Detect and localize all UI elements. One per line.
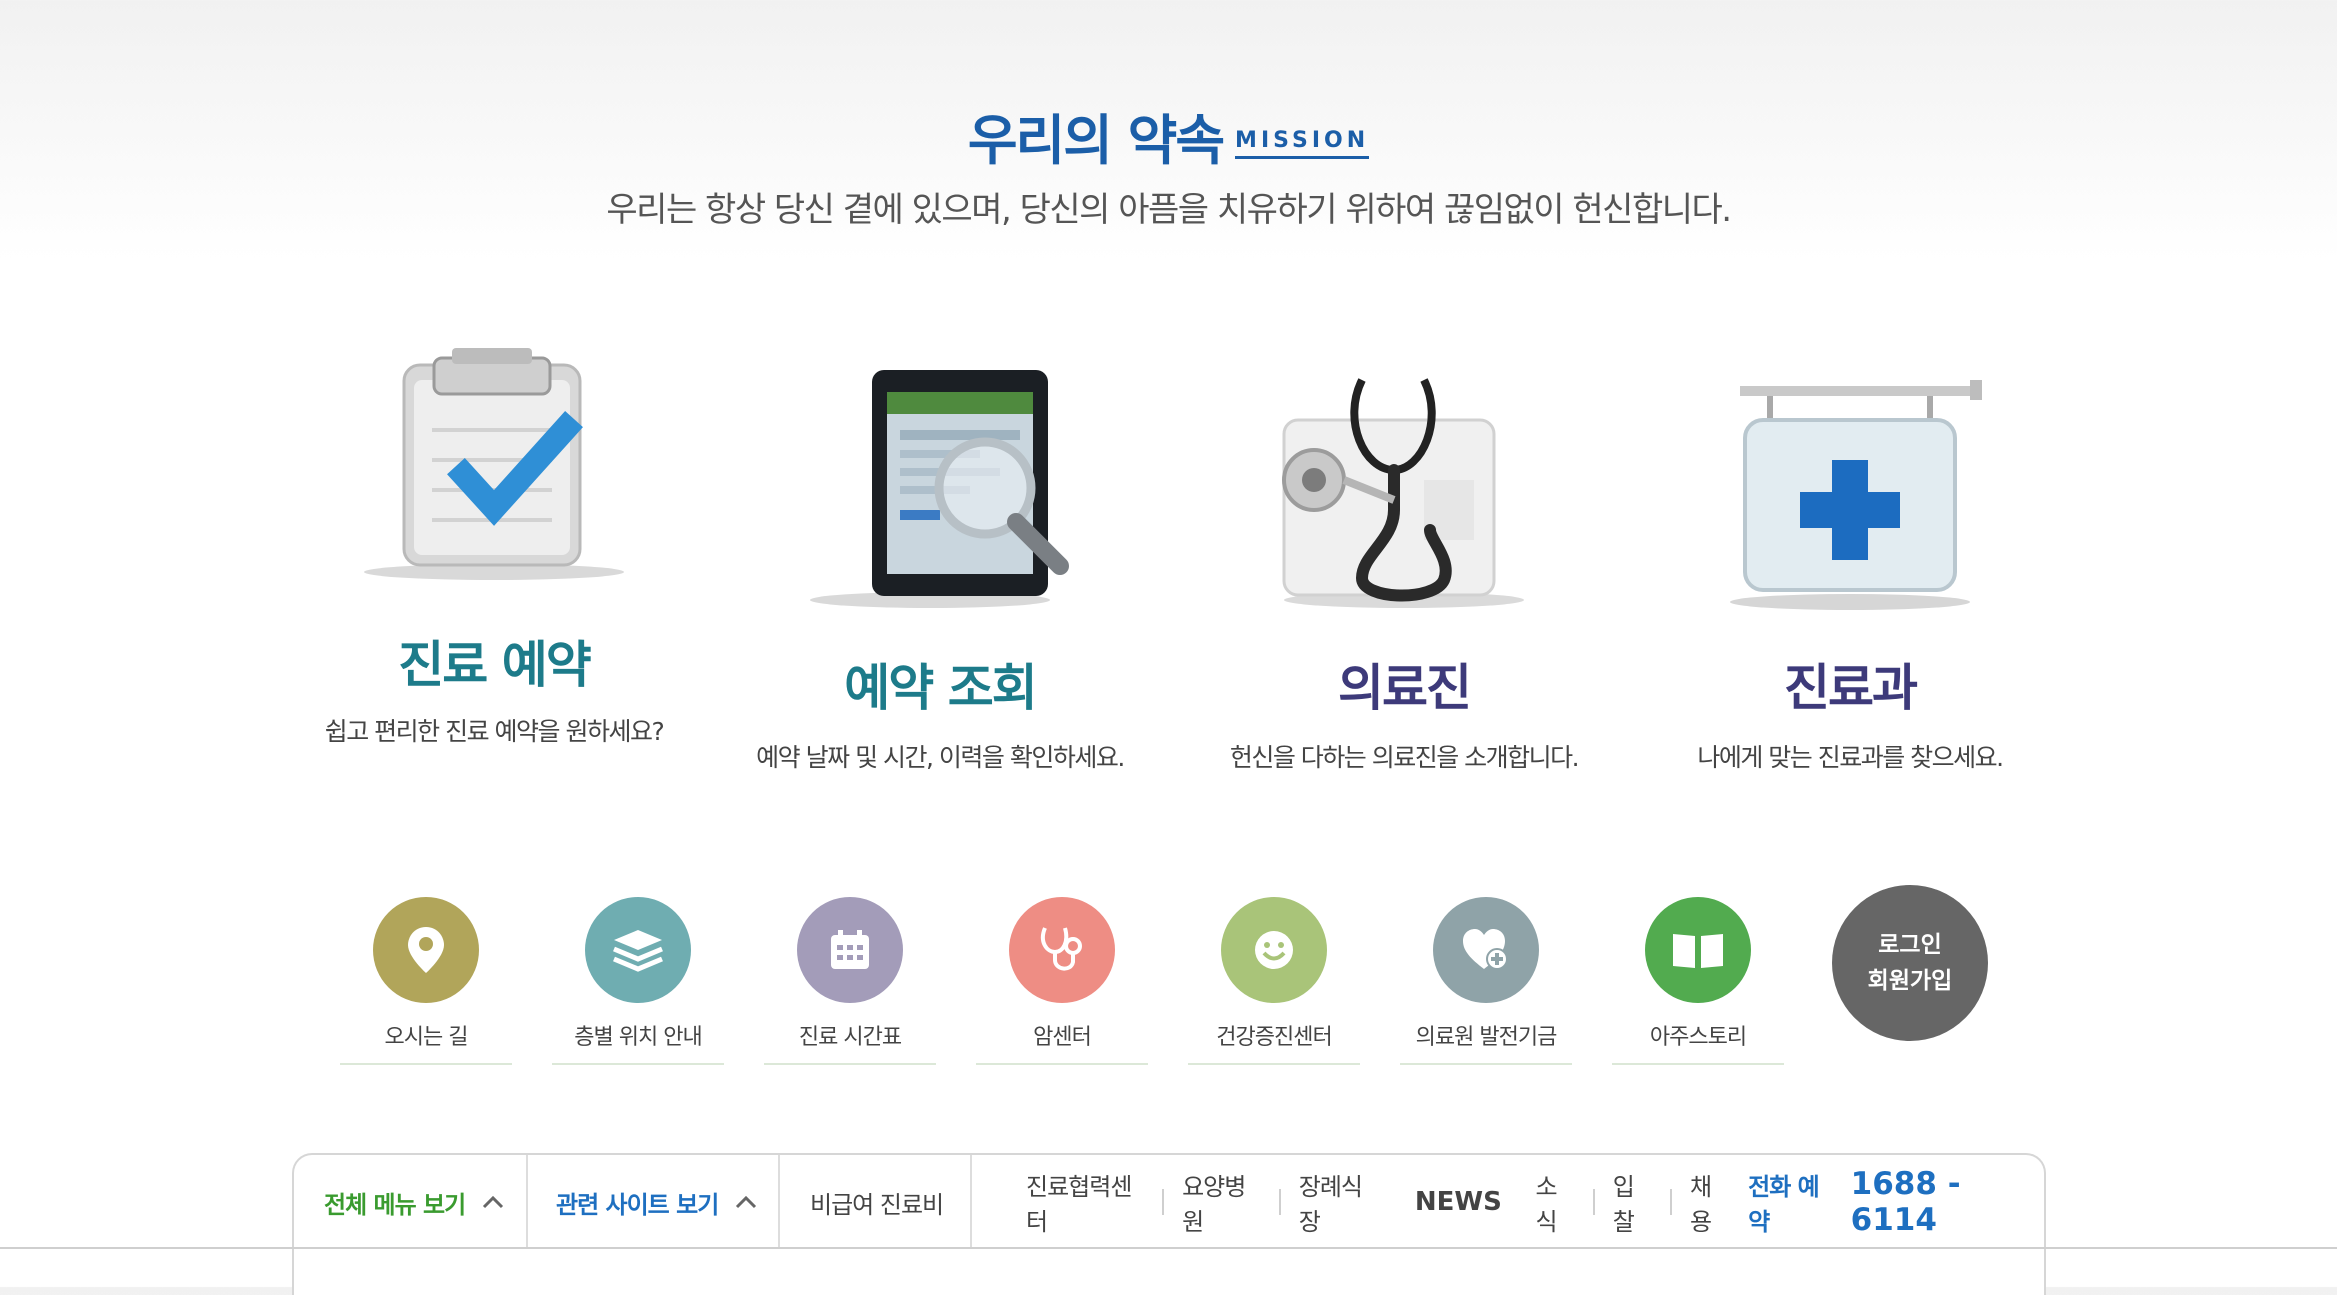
link-funeral-hall[interactable]: 장례식장 — [1299, 1167, 1378, 1237]
quick-link-label: 의료원 발전기금 — [1400, 1019, 1572, 1065]
quick-link-label: 오시는 길 — [340, 1019, 512, 1065]
stethoscope-doctor-icon — [1282, 378, 1524, 608]
non-covered-fee-link[interactable]: 비급여 진료비 — [810, 1155, 944, 1249]
chevron-up-icon — [736, 1195, 757, 1209]
quick-link-label: 건강증진센터 — [1188, 1019, 1360, 1065]
login-label: 로그인 — [1878, 932, 1942, 958]
feature-title: 예약 조회 — [844, 659, 1037, 717]
location-pin-icon — [373, 897, 479, 1003]
feature-reservation[interactable]: 진료 예약 쉽고 편리한 진료 예약을 원하세요? — [274, 340, 714, 790]
mission-title: 우리의 약속 MISSION — [0, 96, 2337, 175]
feature-departments[interactable]: 진료과 나에게 맞는 진료과를 찾으세요. — [1630, 340, 2070, 790]
footer-links: 진료협력센터 요양병원 장례식장 NEWS 소식 입찰 채용 전화 예약 168… — [1026, 1155, 2044, 1249]
book-icon — [1645, 897, 1751, 1003]
quick-link-label: 아주스토리 — [1612, 1019, 1784, 1065]
link-nursing-hospital[interactable]: 요양병원 — [1182, 1167, 1261, 1237]
all-menu-label: 전체 메뉴 보기 — [324, 1190, 466, 1219]
stethoscope-icon — [1009, 897, 1115, 1003]
link-bid[interactable]: 입찰 — [1613, 1167, 1652, 1237]
feature-title: 진료과 — [1784, 659, 1918, 717]
separator — [1670, 1189, 1673, 1215]
calendar-icon — [797, 897, 903, 1003]
link-referral-center[interactable]: 진료협력센터 — [1026, 1167, 1144, 1237]
quick-link-label: 진료 시간표 — [764, 1019, 936, 1065]
signup-label: 회원가입 — [1867, 968, 1953, 994]
mission-description: 우리는 항상 당신 곁에 있으며, 당신의 아픔을 치유하기 위하여 끊임없이 … — [606, 190, 1732, 230]
feature-desc: 나에게 맞는 진료과를 찾으세요. — [1697, 743, 2004, 772]
related-sites-label: 관련 사이트 보기 — [556, 1190, 719, 1219]
feature-desc: 헌신을 다하는 의료진을 소개합니다. — [1229, 743, 1580, 772]
divider — [526, 1155, 528, 1249]
phone-number[interactable]: 1688 - 6114 — [1851, 1166, 2044, 1238]
feature-reservation-lookup[interactable]: 예약 조회 예약 날짜 및 시간, 이력을 확인하세요. — [720, 340, 1160, 790]
quick-link-floor-guide[interactable]: 층별 위치 안내 — [552, 890, 724, 1065]
bottom-nav-bar: 전체 메뉴 보기 관련 사이트 보기 비급여 진료비 진료협력센터 요양병원 장… — [292, 1153, 2046, 1295]
all-menu-button[interactable]: 전체 메뉴 보기 — [324, 1155, 505, 1249]
feature-section: 진료 예약 쉽고 편리한 진료 예약을 원하세요? 예약 조회 예약 날짜 및 … — [0, 340, 2337, 790]
separator — [1278, 1189, 1281, 1215]
quick-link-label: 암센터 — [976, 1019, 1148, 1065]
feature-title: 의료진 — [1338, 659, 1472, 717]
hospital-sign-icon — [1730, 380, 1982, 610]
quick-link-aju-story[interactable]: 아주스토리 — [1612, 890, 1784, 1065]
separator — [1592, 1189, 1595, 1215]
link-news[interactable]: 소식 — [1535, 1167, 1574, 1237]
quick-link-schedule[interactable]: 진료 시간표 — [764, 890, 936, 1065]
tablet-search-icon — [810, 370, 1069, 608]
related-sites-button[interactable]: 관련 사이트 보기 — [556, 1155, 758, 1249]
feature-title: 진료 예약 — [398, 636, 591, 694]
clipboard-check-icon — [364, 348, 624, 580]
feature-medical-staff[interactable]: 의료진 헌신을 다하는 의료진을 소개합니다. — [1184, 340, 1624, 790]
quick-link-directions[interactable]: 오시는 길 — [340, 890, 512, 1065]
separator — [1162, 1189, 1165, 1215]
news-label[interactable]: NEWS — [1415, 1187, 1502, 1217]
phone-reservation-label: 전화 예약 — [1748, 1173, 1820, 1236]
login-signup-button[interactable]: 로그인 회원가입 — [1832, 885, 1988, 1041]
divider — [778, 1155, 780, 1249]
quick-link-health-center[interactable]: 건강증진센터 — [1188, 890, 1360, 1065]
smile-icon — [1221, 897, 1327, 1003]
bottom-divider — [0, 1247, 2337, 1249]
layers-icon — [585, 897, 691, 1003]
divider — [970, 1155, 972, 1249]
quick-link-label: 층별 위치 안내 — [552, 1019, 724, 1065]
link-recruit[interactable]: 채용 — [1690, 1167, 1729, 1237]
quick-link-development-fund[interactable]: 의료원 발전기금 — [1400, 890, 1572, 1065]
mission-subtitle-en: MISSION — [1235, 127, 1370, 159]
heart-plus-icon — [1433, 897, 1539, 1003]
feature-desc: 쉽고 편리한 진료 예약을 원하세요? — [324, 717, 665, 746]
quick-link-cancer-center[interactable]: 암센터 — [976, 890, 1148, 1065]
mission-title-text: 우리의 약속 — [967, 109, 1225, 172]
feature-desc: 예약 날짜 및 시간, 이력을 확인하세요. — [756, 743, 1125, 772]
chevron-up-icon — [483, 1195, 504, 1209]
